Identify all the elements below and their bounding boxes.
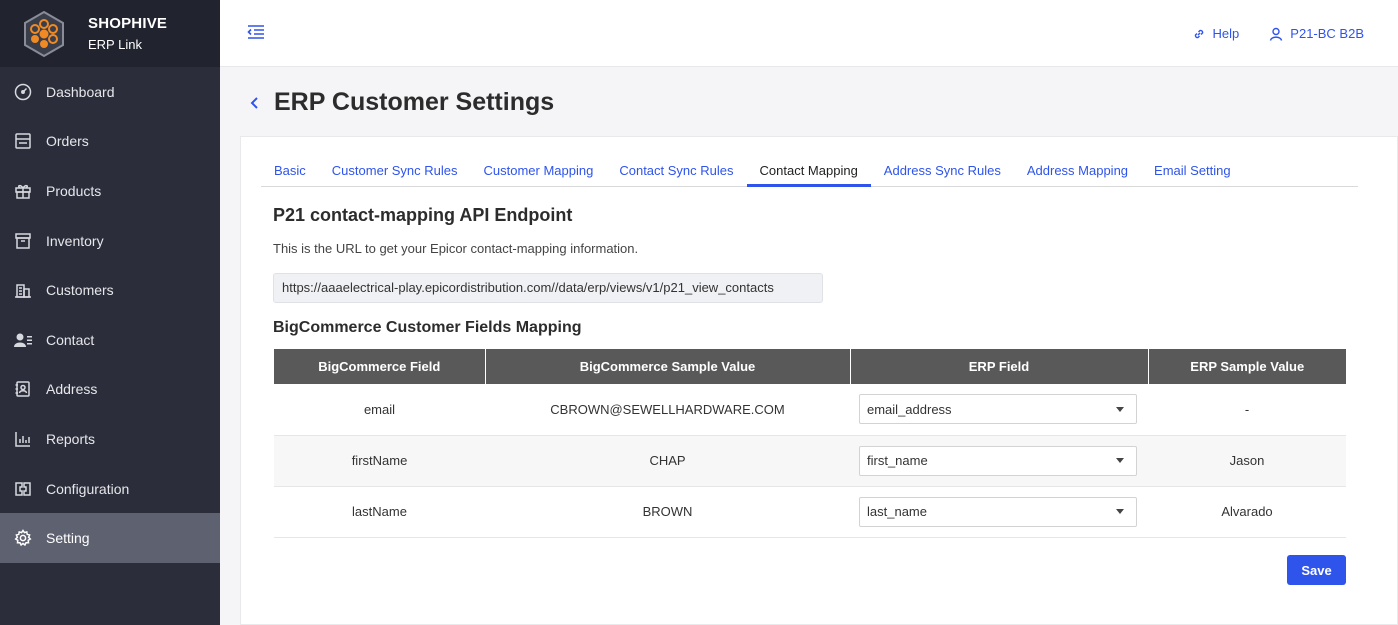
mapping-table: BigCommerce Field BigCommerce Sample Val… — [274, 349, 1346, 538]
archive-icon — [14, 232, 32, 250]
erp-field-cell: first_name — [850, 435, 1148, 487]
sidebar-item-label: Inventory — [46, 232, 104, 249]
sidebar-item-contact[interactable]: Contact — [0, 315, 220, 365]
sidebar-nav: Dashboard Orders Products Inventory Cust… — [0, 67, 220, 563]
top-bar: Help P21-BC B2B — [220, 0, 1398, 67]
erp-field-select[interactable]: last_name — [859, 496, 1137, 527]
tab-email-setting[interactable]: Email Setting — [1141, 159, 1244, 187]
help-label: Help — [1212, 26, 1240, 41]
page-header: ERP Customer Settings — [248, 88, 554, 117]
settings-card: Basic Customer Sync Rules Customer Mappi… — [240, 136, 1398, 625]
sidebar: SHOPHIVE ERP Link Dashboard Orders Produ… — [0, 0, 220, 625]
endpoint-url-field[interactable]: https://aaaelectrical-play.epicordistrib… — [273, 273, 823, 303]
erp-field-cell: last_name — [850, 486, 1148, 538]
sidebar-item-label: Address — [46, 381, 98, 398]
sidebar-item-dashboard[interactable]: Dashboard — [0, 67, 220, 117]
erp-field-cell: email_address — [850, 384, 1148, 436]
sidebar-item-label: Customers — [46, 282, 114, 299]
user-menu[interactable]: P21-BC B2B — [1269, 26, 1364, 41]
link-icon — [1194, 29, 1203, 38]
save-button[interactable]: Save — [1287, 555, 1346, 585]
erp-field-select[interactable]: first_name — [859, 445, 1137, 476]
shophive-logo-icon — [24, 10, 64, 57]
gear-icon — [14, 529, 32, 547]
bc-field-cell: lastName — [274, 486, 485, 538]
sidebar-item-products[interactable]: Products — [0, 166, 220, 216]
bc-sample-cell: CHAP — [485, 435, 850, 487]
erp-sample-cell: Jason — [1148, 435, 1346, 487]
gift-icon — [14, 182, 32, 200]
sidebar-item-label: Orders — [46, 133, 89, 150]
sidebar-item-reports[interactable]: Reports — [0, 414, 220, 464]
help-link[interactable]: Help — [1192, 26, 1240, 41]
sidebar-item-customers[interactable]: Customers — [0, 265, 220, 315]
brand-name: SHOPHIVE — [88, 15, 168, 32]
configuration-icon — [14, 480, 32, 498]
bar-chart-icon — [14, 430, 32, 448]
table-row: lastName BROWN last_name Alvarado — [274, 486, 1346, 538]
sidebar-item-label: Products — [46, 182, 102, 199]
chevron-down-icon — [1116, 509, 1124, 514]
sidebar-item-orders[interactable]: Orders — [0, 117, 220, 167]
chevron-down-icon — [1116, 406, 1124, 412]
erp-field-value: email_address — [867, 401, 952, 417]
chevron-down-icon — [1116, 458, 1124, 463]
sidebar-item-label: Contact — [46, 331, 95, 348]
page-title: ERP Customer Settings — [274, 88, 555, 116]
building-icon — [14, 281, 32, 299]
table-row: email CBROWN@SEWELLHARDWARE.COM email_ad… — [274, 384, 1346, 436]
user-icon — [1270, 27, 1283, 41]
sidebar-item-label: Setting — [46, 530, 90, 547]
brand-subtitle: ERP Link — [88, 37, 142, 52]
back-chevron-icon[interactable] — [248, 96, 262, 110]
orders-icon — [14, 132, 32, 150]
table-header-row: BigCommerce Field BigCommerce Sample Val… — [274, 349, 1346, 384]
sidebar-item-label: Dashboard — [46, 83, 115, 100]
tab-customer-mapping[interactable]: Customer Mapping — [471, 159, 607, 187]
sidebar-item-configuration[interactable]: Configuration — [0, 464, 220, 514]
sidebar-item-label: Reports — [46, 430, 96, 447]
sidebar-item-address[interactable]: Address — [0, 365, 220, 415]
tab-contact-mapping[interactable]: Contact Mapping — [746, 159, 871, 187]
address-book-icon — [14, 380, 32, 398]
dashboard-icon — [14, 83, 32, 101]
header-bc-sample: BigCommerce Sample Value — [485, 349, 851, 384]
brand[interactable]: SHOPHIVE ERP Link — [0, 0, 220, 67]
tab-address-sync-rules[interactable]: Address Sync Rules — [871, 159, 1014, 187]
endpoint-title: P21 contact-mapping API Endpoint — [273, 205, 573, 225]
table-row: firstName CHAP first_name Jason — [274, 435, 1346, 487]
endpoint-description: This is the URL to get your Epicor conta… — [273, 241, 639, 256]
sidebar-item-setting[interactable]: Setting — [0, 513, 220, 563]
header-erp-sample: ERP Sample Value — [1148, 349, 1346, 384]
tab-contact-sync-rules[interactable]: Contact Sync Rules — [606, 159, 746, 187]
tab-address-mapping[interactable]: Address Mapping — [1014, 159, 1141, 187]
bc-sample-cell: BROWN — [485, 486, 850, 538]
sidebar-item-inventory[interactable]: Inventory — [0, 216, 220, 266]
user-label: P21-BC B2B — [1290, 26, 1364, 41]
menu-collapse-icon[interactable] — [246, 22, 266, 42]
erp-field-value: last_name — [867, 504, 927, 519]
sidebar-item-label: Configuration — [46, 480, 130, 497]
bc-sample-cell: CBROWN@SEWELLHARDWARE.COM — [485, 384, 850, 436]
erp-field-select[interactable]: email_address — [859, 394, 1137, 425]
tab-customer-sync-rules[interactable]: Customer Sync Rules — [319, 159, 471, 187]
header-erp-field: ERP Field — [850, 349, 1149, 384]
contact-icon — [14, 331, 32, 349]
bc-field-cell: email — [274, 384, 485, 436]
mapping-title: BigCommerce Customer Fields Mapping — [273, 319, 582, 336]
erp-sample-cell: - — [1148, 384, 1346, 436]
bc-field-cell: firstName — [274, 435, 485, 487]
header-bc-field: BigCommerce Field — [274, 349, 486, 384]
erp-field-value: first_name — [867, 453, 928, 468]
settings-tabs: Basic Customer Sync Rules Customer Mappi… — [261, 159, 1358, 187]
tab-basic[interactable]: Basic — [261, 159, 319, 187]
erp-sample-cell: Alvarado — [1148, 486, 1346, 538]
